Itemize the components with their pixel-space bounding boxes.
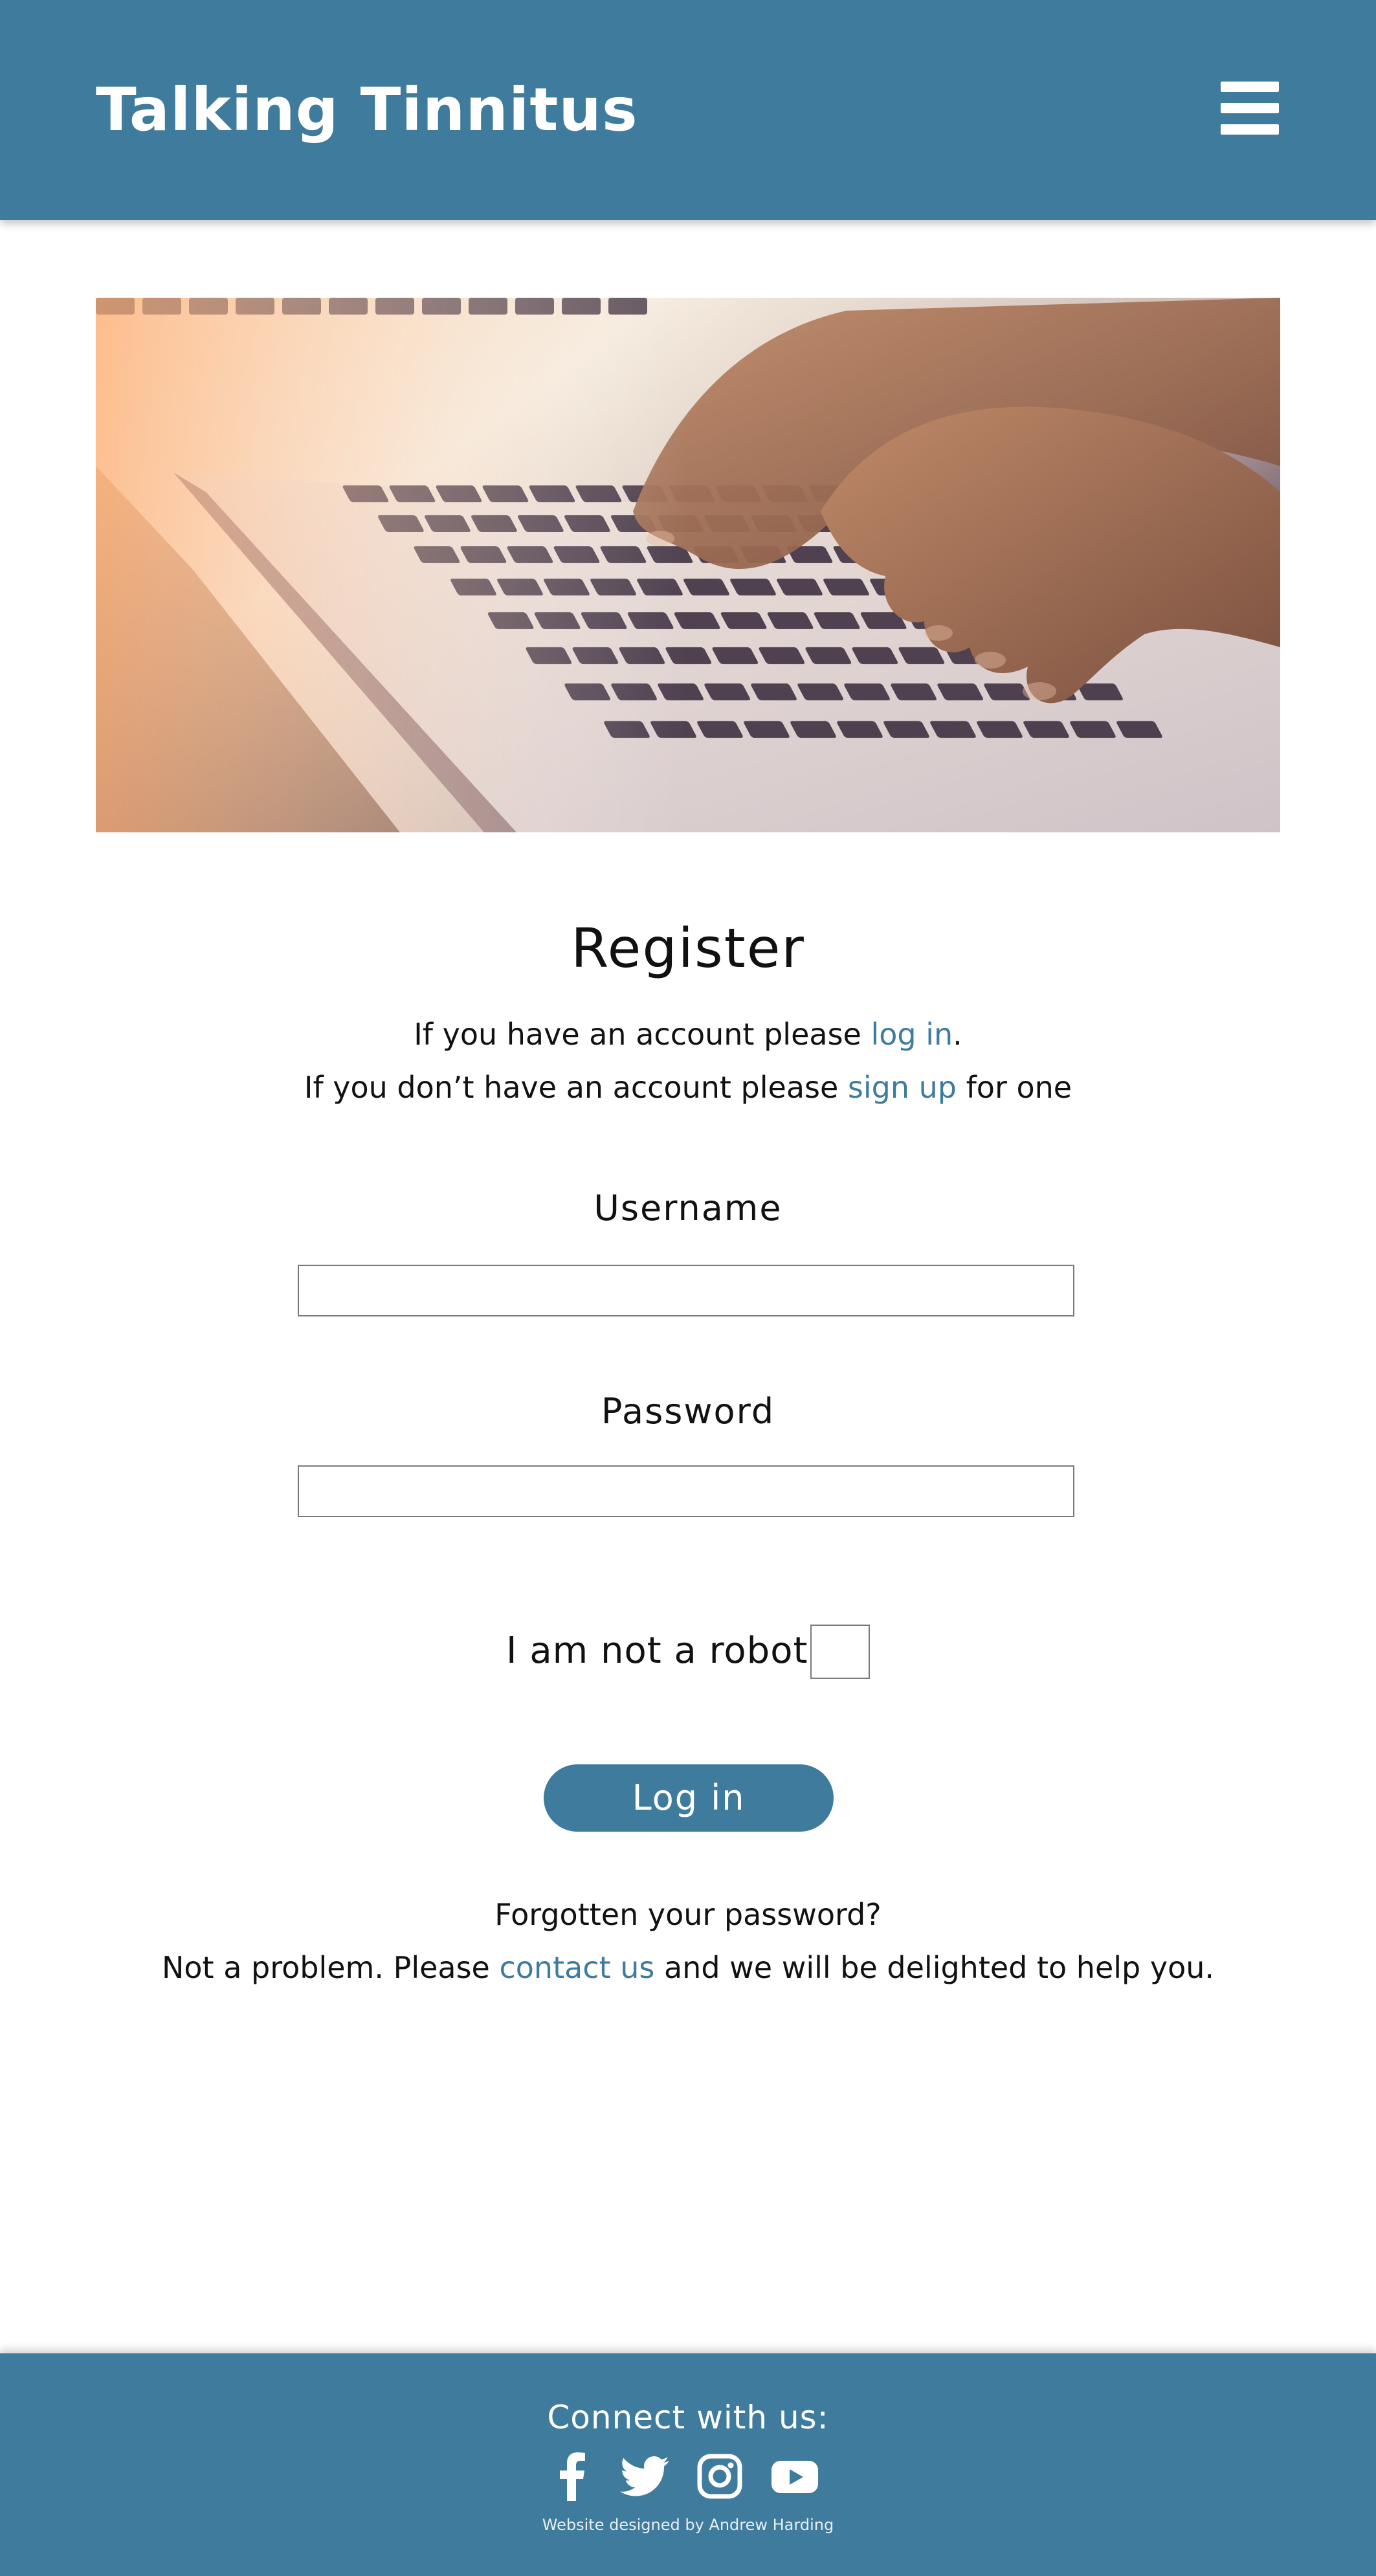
signup-prompt-suffix: for one <box>956 1070 1072 1105</box>
designer-credit: Website designed by Andrew Harding <box>542 2516 834 2534</box>
facebook-icon[interactable] <box>548 2450 599 2502</box>
hamburger-menu-icon[interactable] <box>1221 82 1279 135</box>
captcha-checkbox[interactable] <box>810 1625 870 1679</box>
login-prompt: If you have an account please log in. <box>0 1015 1376 1054</box>
login-prompt-suffix: . <box>953 1017 962 1052</box>
contact-us-link[interactable]: contact us <box>499 1950 654 1985</box>
site-header: Talking Tinnitus <box>0 0 1376 220</box>
site-title[interactable]: Talking Tinnitus <box>96 71 638 149</box>
twitter-icon[interactable] <box>620 2450 672 2502</box>
sign-up-link[interactable]: sign up <box>848 1070 957 1105</box>
help-text: Not a problem. Please contact us and we … <box>0 1948 1376 1987</box>
log-in-link[interactable]: log in <box>871 1017 953 1052</box>
forgot-password-text: Forgotten your password? <box>494 1897 882 1932</box>
hero-image <box>96 298 1280 832</box>
signup-prompt: If you don’t have an account please sign… <box>0 1068 1376 1107</box>
help-text-prefix: Not a problem. Please <box>161 1950 500 1985</box>
captcha-row: I am not a robot <box>0 1625 1376 1679</box>
captcha-label: I am not a robot <box>506 1630 808 1672</box>
site-footer: Connect with us: Website designed by And… <box>0 2353 1376 2576</box>
username-label: Username <box>594 1188 782 1228</box>
social-links <box>0 2450 1376 2502</box>
signup-prompt-text: If you don’t have an account please <box>304 1070 848 1105</box>
login-button[interactable]: Log in <box>544 1764 834 1832</box>
username-field[interactable] <box>298 1265 1074 1316</box>
instagram-icon[interactable] <box>694 2450 746 2502</box>
help-text-suffix: and we will be delighted to help you. <box>654 1950 1214 1985</box>
password-field[interactable] <box>298 1465 1074 1517</box>
login-prompt-text: If you have an account please <box>414 1017 871 1052</box>
password-label: Password <box>601 1391 775 1432</box>
youtube-icon[interactable] <box>769 2450 821 2502</box>
connect-heading: Connect with us: <box>547 2399 829 2436</box>
page-title: Register <box>571 916 805 980</box>
